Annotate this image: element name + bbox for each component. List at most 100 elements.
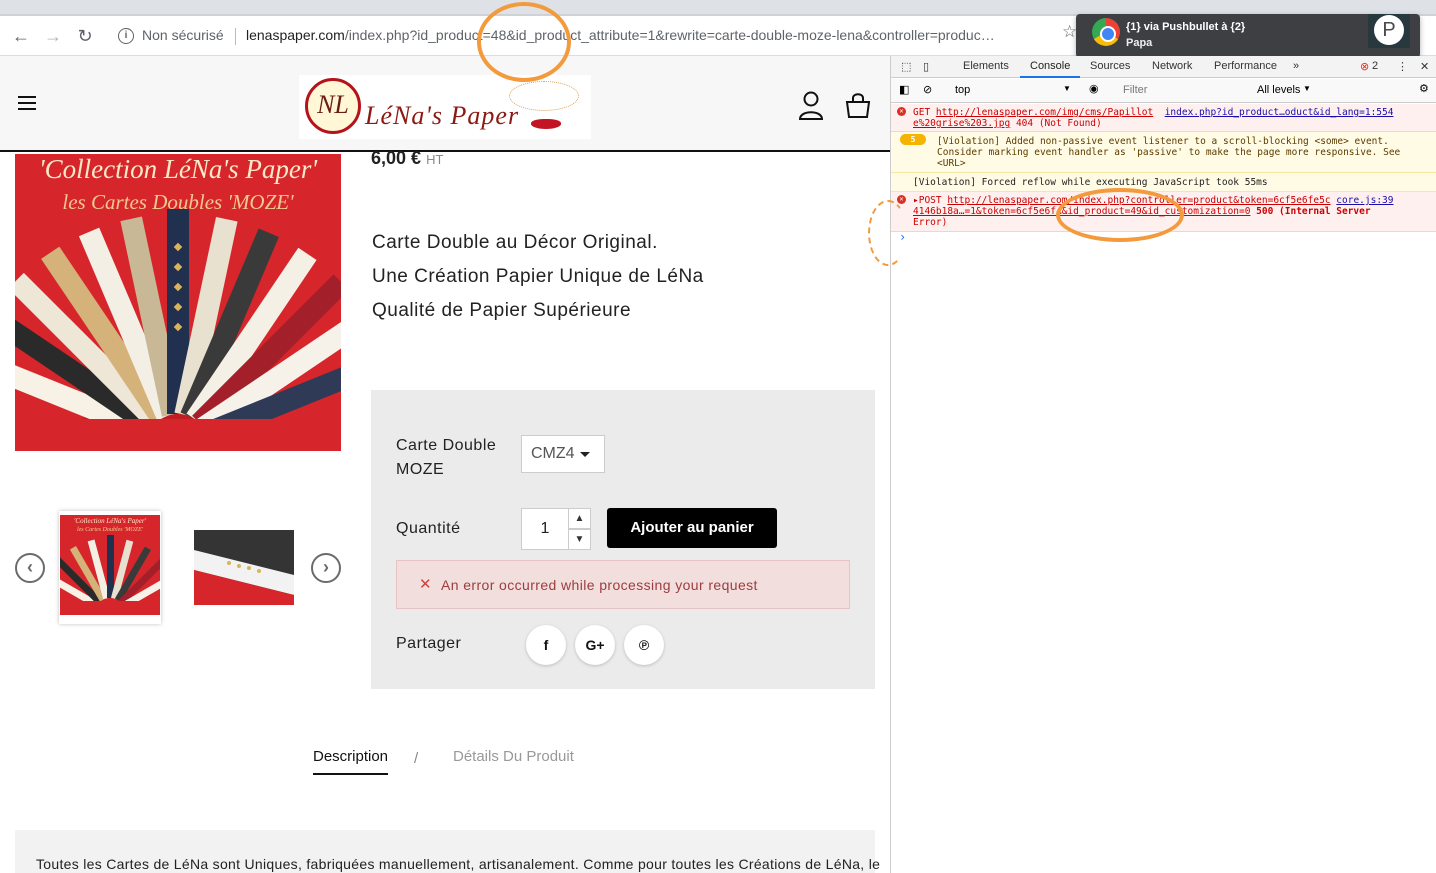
violation-count-badge[interactable]: 5 (900, 134, 926, 145)
omnibox-separator (235, 28, 236, 45)
variant-selected-value: CMZ4 (531, 445, 575, 462)
error-icon: ✕ (897, 107, 906, 116)
context-dropdown-icon[interactable]: ▼ (1063, 84, 1071, 93)
price-suffix: HT (426, 152, 444, 167)
variant-label-line: MOZE (396, 461, 445, 478)
console-settings-gear-icon[interactable]: ⚙ (1419, 82, 1429, 95)
console-error-404: ✕ GET http://lenaspaper.com/img/cms/Papi… (891, 104, 1436, 132)
forward-arrow-icon[interactable]: → (42, 25, 64, 47)
device-toolbar-icon[interactable]: ▯ (923, 60, 929, 73)
error-alert: ✕ An error occurred while processing you… (396, 560, 850, 609)
quantity-input[interactable]: 1 (521, 508, 569, 550)
add-to-cart-button[interactable]: Ajouter au panier (607, 508, 777, 548)
devtools-close-icon[interactable]: ✕ (1420, 60, 1429, 73)
devtools-tab-bar: ⬚ ▯ Elements Console Sources Network Per… (891, 56, 1436, 78)
tab-separator: / (414, 750, 419, 767)
product-main-image[interactable]: 'Collection LéNa's Paper' les Cartes Dou… (15, 154, 341, 451)
web-page: NL LéNa's Paper 'Collection LéNa's Paper… (0, 56, 890, 873)
bookmark-star-icon[interactable]: ☆ (1062, 22, 1077, 42)
address-bar[interactable]: i Non sécurisé lenaspaper.com/index.php?… (108, 20, 1088, 52)
tab-sources[interactable]: Sources (1090, 60, 1130, 72)
pushbullet-avatar: P (1368, 14, 1410, 48)
url-text[interactable]: lenaspaper.com/index.php?id_product=48&i… (246, 27, 1066, 43)
violation-line: Consider marking event handler as 'passi… (937, 147, 1401, 158)
error-close-icon[interactable]: ✕ (419, 575, 432, 593)
logo-text: LéNa's Paper (365, 101, 520, 130)
console-violation-reflow: [Violation] Forced reflow while executin… (891, 173, 1436, 192)
price-value: 6,00 € (371, 148, 422, 168)
annotation-circle-console (1056, 188, 1184, 242)
quantity-increment-icon[interactable]: ▲ (568, 508, 591, 529)
hamburger-menu-icon[interactable] (18, 96, 36, 110)
live-expression-eye-icon[interactable]: ◉ (1089, 82, 1099, 95)
console-violation-passive: 5 [Violation] Added non-passive event li… (891, 132, 1436, 173)
facebook-share-icon[interactable]: f (526, 625, 566, 665)
info-icon[interactable]: i (118, 28, 134, 44)
active-tab-indicator (1020, 76, 1080, 78)
quantity-label: Quantité (396, 520, 461, 537)
url-host: lenaspaper.com (246, 27, 345, 43)
status-text: 500 (Internal Server (1250, 206, 1371, 217)
purchase-box: Carte Double MOZE CMZ4 Quantité 1 ▲ ▼ Aj… (371, 390, 875, 689)
error-count-icon[interactable]: ⊗ (1360, 60, 1369, 73)
thumbnail-fan-illustration (60, 535, 160, 615)
quantity-decrement-icon[interactable]: ▼ (568, 529, 591, 550)
source-link[interactable]: core.js:39 (1336, 195, 1393, 206)
reload-icon[interactable]: ↻ (74, 25, 96, 47)
not-secure-label: Non sécurisé (142, 27, 224, 43)
thumbnail-1[interactable]: 'Collection LéNa's Paper' les Cartes Dou… (59, 511, 161, 624)
description-line: Carte Double au Décor Original. (372, 232, 658, 253)
thumbnail-2[interactable] (194, 530, 294, 605)
image-title-line-1: 'Collection LéNa's Paper' (38, 154, 318, 184)
status-text: 404 (Not Found) (1010, 118, 1102, 129)
tab-console[interactable]: Console (1030, 60, 1070, 72)
site-header: NL LéNa's Paper (0, 56, 890, 152)
levels-dropdown-icon[interactable]: ▼ (1303, 84, 1311, 93)
pushbullet-notification[interactable]: {1} via Pushbullet à {2} Papa P (1076, 14, 1420, 58)
clear-console-icon[interactable]: ⊘ (923, 83, 932, 96)
error-count: 2 (1372, 60, 1379, 72)
product-price: 6,00 € HT (371, 148, 443, 169)
http-method[interactable]: ▸POST (913, 195, 947, 206)
tab-elements[interactable]: Elements (963, 60, 1009, 72)
image-title-line-2: les Cartes Doubles 'MOZE' (62, 190, 294, 214)
filter-input[interactable]: Filter (1123, 84, 1147, 96)
description-line: Qualité de Papier Supérieure (372, 300, 632, 321)
variant-label-line: Carte Double (396, 437, 497, 454)
tab-network[interactable]: Network (1152, 60, 1192, 72)
google-plus-share-icon[interactable]: G+ (575, 625, 615, 665)
back-arrow-icon[interactable]: ← (10, 25, 32, 47)
description-panel-text: Toutes les Cartes de LéNa sont Uniques, … (36, 856, 881, 872)
caret-down-icon (580, 452, 590, 457)
violation-line: [Violation] Added non-passive event list… (937, 136, 1389, 147)
user-account-icon[interactable] (798, 90, 824, 120)
violation-line: <URL> (937, 158, 966, 169)
variant-select[interactable]: CMZ4 (521, 435, 605, 473)
http-method: GET (913, 107, 936, 118)
tab-performance[interactable]: Performance (1214, 60, 1277, 72)
devtools-panel: ⬚ ▯ Elements Console Sources Network Per… (890, 56, 1436, 873)
pinterest-share-icon[interactable]: ℗ (624, 625, 664, 665)
devtools-menu-icon[interactable]: ⋮ (1397, 60, 1408, 73)
source-link[interactable]: index.php?id_product…oduct&id_lang=1:554 (1165, 107, 1394, 118)
request-url-link-cont[interactable]: e%20grise%203.jpg (913, 118, 1010, 129)
thumbnail-prev-icon[interactable]: ‹ (15, 553, 45, 583)
site-logo[interactable]: NL LéNa's Paper (299, 75, 591, 139)
tab-product-details[interactable]: Détails Du Produit (453, 748, 574, 765)
avatar-letter: P (1374, 15, 1404, 45)
variant-label: Carte Double MOZE (396, 434, 496, 482)
more-tabs-icon[interactable]: » (1293, 60, 1299, 72)
request-url-link[interactable]: http://lenaspaper.com/img/cms/Papillot (936, 107, 1153, 118)
notification-subtitle: Papa (1126, 37, 1153, 49)
thumbnail-2-image (194, 550, 294, 605)
description-line: Une Création Papier Unique de LéNa (372, 266, 704, 287)
tab-description[interactable]: Description (313, 748, 389, 775)
sidebar-toggle-icon[interactable]: ◧ (899, 83, 909, 96)
violation-line: [Violation] Forced reflow while executin… (913, 177, 1268, 188)
context-selector[interactable]: top (955, 84, 970, 96)
thumbnail-next-icon[interactable]: › (311, 553, 341, 583)
logo-swirl-decoration (509, 81, 579, 111)
shopping-bag-icon[interactable] (845, 92, 871, 118)
log-levels-dropdown[interactable]: All levels (1257, 84, 1300, 96)
inspect-element-icon[interactable]: ⬚ (901, 60, 911, 73)
